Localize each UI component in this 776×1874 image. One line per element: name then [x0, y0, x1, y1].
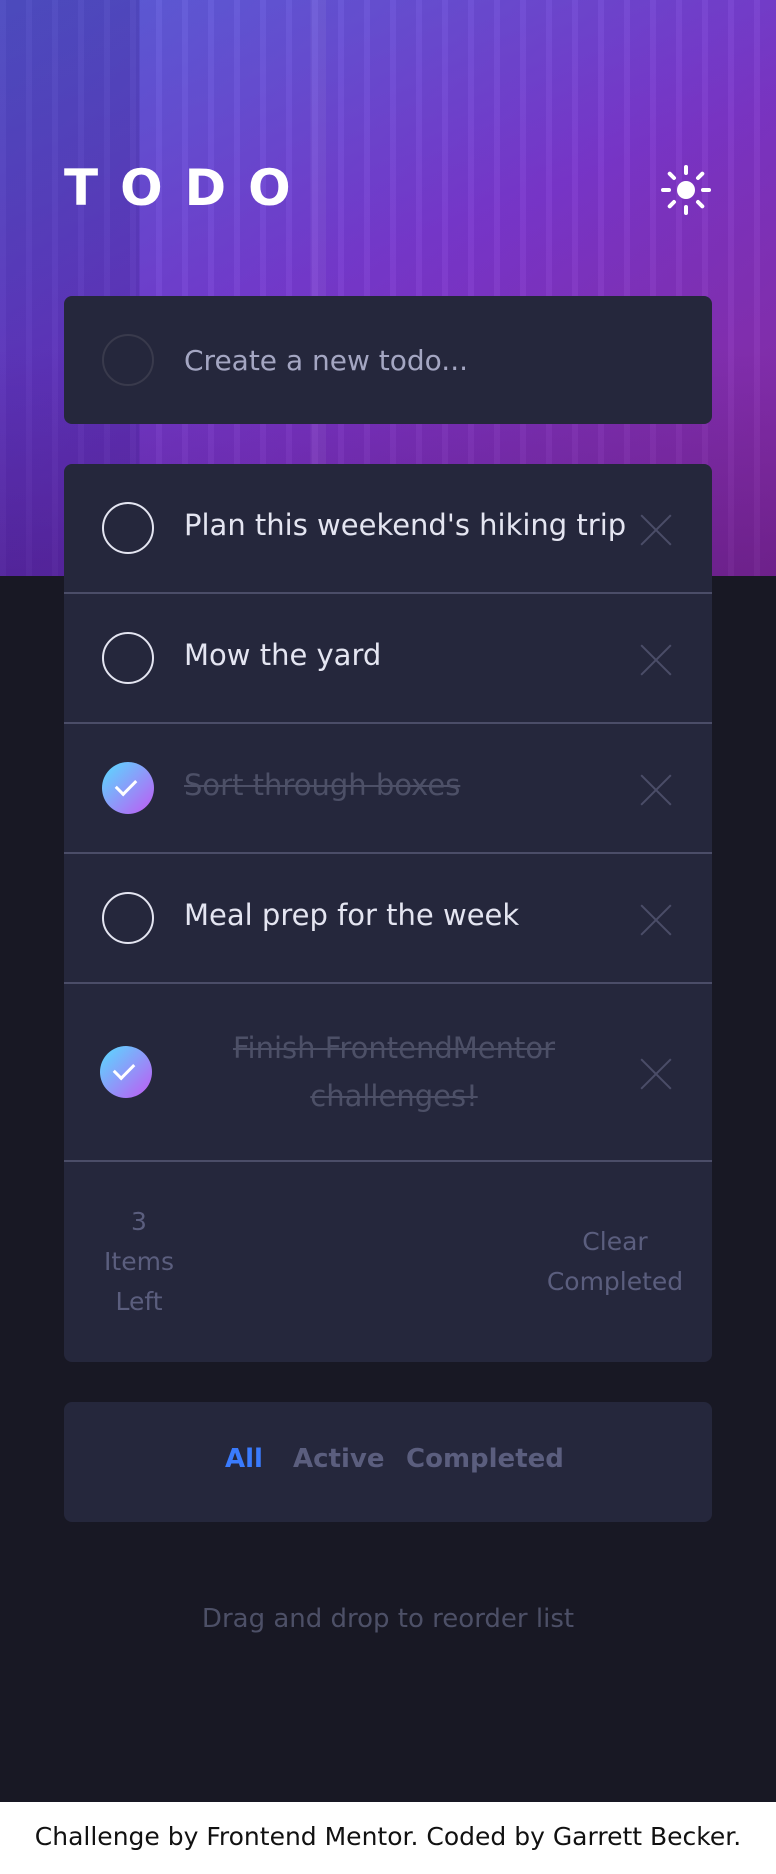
todo-checkbox-checked[interactable] — [102, 762, 154, 814]
new-todo-input[interactable] — [184, 336, 684, 384]
app-title: TODO — [64, 159, 313, 217]
clear-completed-button[interactable]: Clear Completed — [530, 1222, 700, 1302]
new-todo-checkbox[interactable] — [102, 334, 154, 386]
close-icon[interactable] — [640, 1058, 672, 1090]
close-icon[interactable] — [640, 904, 672, 936]
filter-completed[interactable]: Completed — [406, 1444, 564, 1474]
todo-checkbox[interactable] — [102, 502, 154, 554]
todo-checkbox[interactable] — [102, 632, 154, 684]
todo-text: Plan this weekend's hiking trip — [184, 508, 627, 542]
filter-bar: All Active Completed — [64, 1402, 712, 1522]
close-icon[interactable] — [640, 644, 672, 676]
todo-item[interactable]: Sort through boxes — [64, 724, 712, 854]
close-icon[interactable] — [640, 774, 672, 806]
items-left-count: 3 — [131, 1207, 147, 1236]
todo-text: Sort through boxes — [184, 768, 461, 802]
filter-all[interactable]: All — [225, 1444, 263, 1474]
items-left-label: Items — [104, 1247, 174, 1276]
todo-item[interactable]: Meal prep for the week — [64, 854, 712, 984]
items-left-label: Left — [115, 1287, 163, 1316]
clear-completed-label: Completed — [546, 1267, 684, 1296]
todo-text: Finish FrontendMentor challenges! — [232, 1031, 556, 1113]
reorder-hint: Drag and drop to reorder list — [201, 1604, 575, 1634]
todo-item[interactable]: Mow the yard — [64, 594, 712, 724]
todo-checkbox[interactable] — [102, 892, 154, 944]
sun-icon[interactable] — [660, 164, 712, 216]
items-left-counter: 3 Items Left — [84, 1202, 194, 1322]
attribution: Challenge by Frontend Mentor. Coded by G… — [0, 1802, 776, 1874]
todo-text: Mow the yard — [184, 638, 382, 672]
clear-completed-label: Clear — [582, 1227, 648, 1256]
todo-item[interactable]: Finish FrontendMentor challenges! — [64, 984, 712, 1162]
close-icon[interactable] — [640, 514, 672, 546]
todo-text: Meal prep for the week — [184, 898, 520, 932]
todo-checkbox-checked[interactable] — [100, 1046, 152, 1098]
filter-active[interactable]: Active — [293, 1444, 384, 1474]
new-todo-card — [64, 296, 712, 424]
todo-item[interactable]: Plan this weekend's hiking trip — [64, 464, 712, 594]
